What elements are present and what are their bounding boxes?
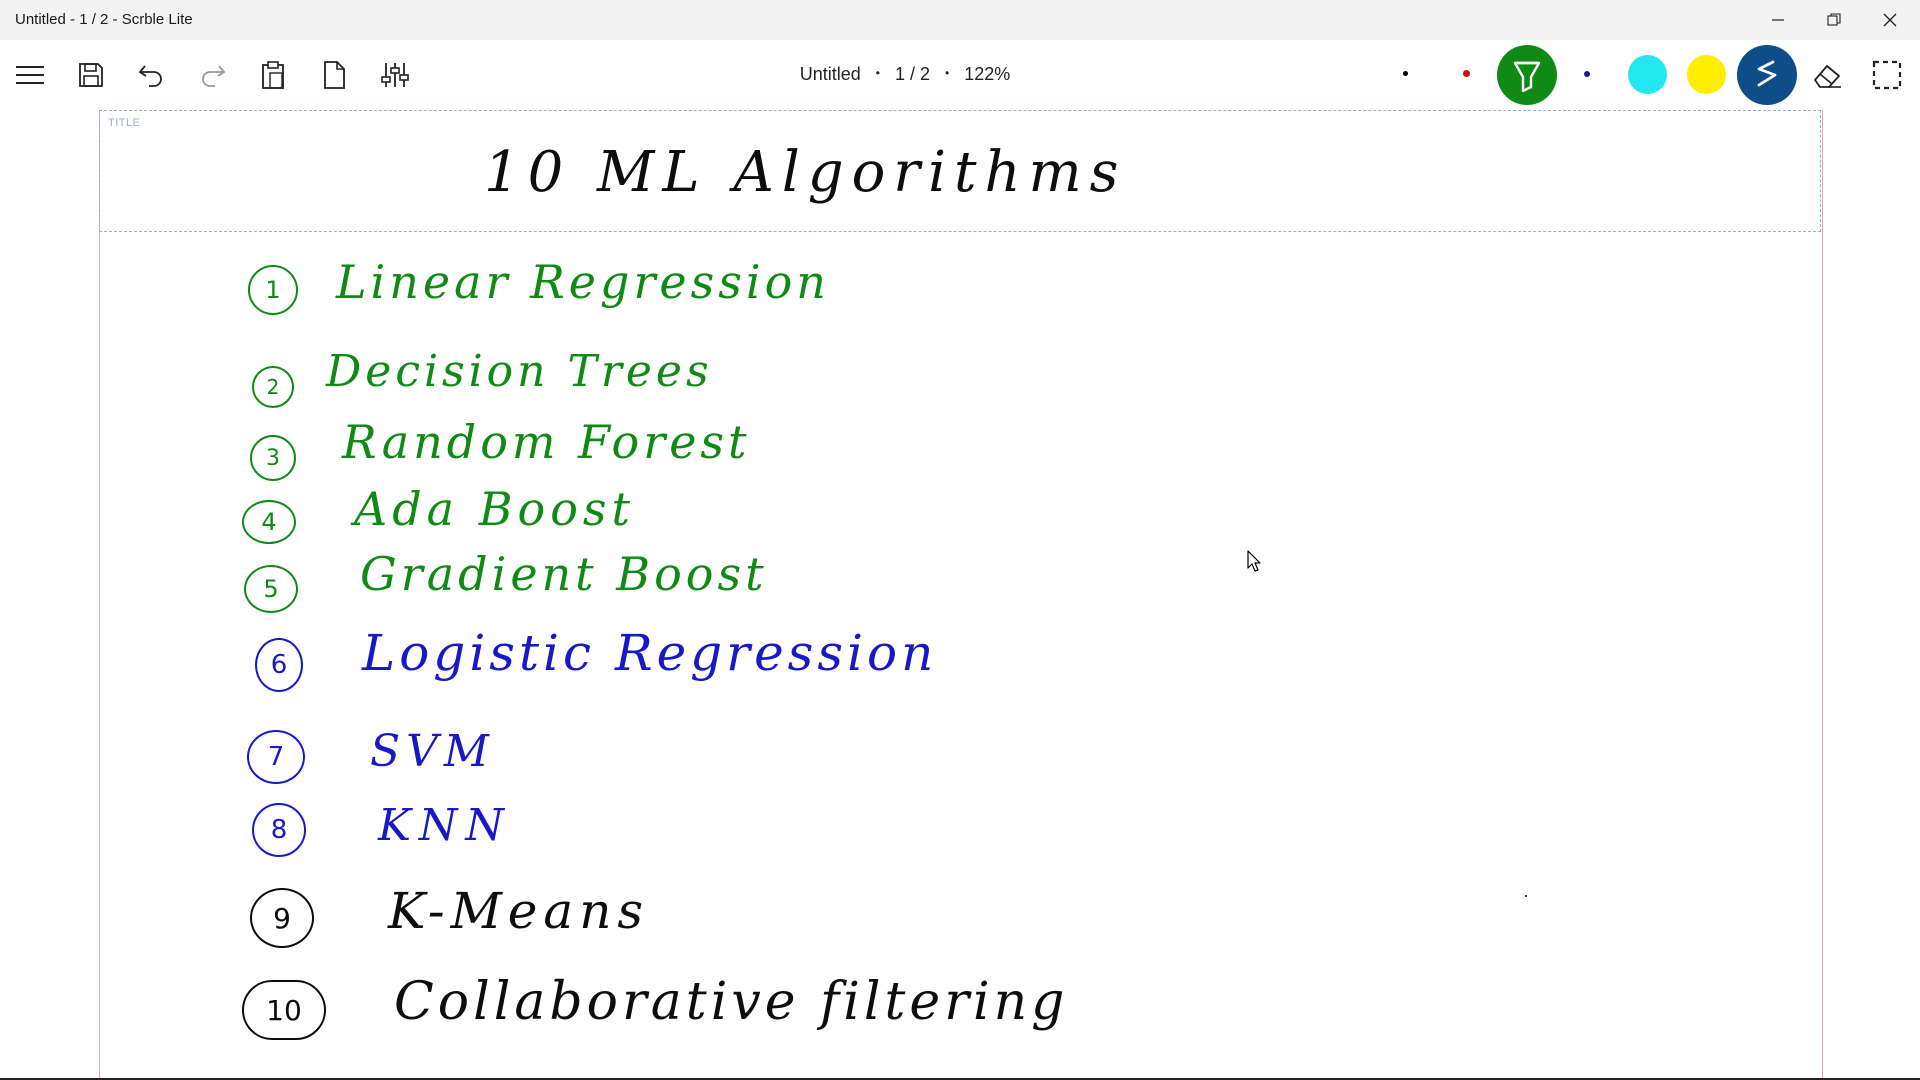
pen-red-small[interactable] [1463,70,1470,77]
menu-button[interactable] [8,50,52,100]
title-zone-label: TITLE [108,117,141,129]
toolbar: Untitled • 1 / 2 • 122% [0,40,1920,110]
item-number-10: 10 [242,980,326,1040]
separator-dot: • [945,66,950,80]
lasso-select-icon [1872,60,1902,90]
minimize-icon [1772,19,1784,21]
close-button[interactable] [1862,0,1918,40]
item-number-3: 3 [250,435,296,481]
highlighter-green[interactable] [1497,45,1557,105]
zoom-level: 122% [964,64,1011,84]
item-label-3: Random Forest [342,415,751,469]
item-label-7: SVM [370,726,495,777]
item-label-6: Logistic Regression [362,624,938,682]
document-info: Untitled • 1 / 2 • 122% [780,64,1030,85]
separator-dot: • [875,66,880,80]
new-page-button[interactable] [312,50,356,100]
item-number-2: 2 [252,366,294,408]
item-label-4: Ada Boost [354,482,635,536]
document-name: Untitled [799,64,861,84]
select-button[interactable] [1865,50,1909,100]
window-titlebar: Untitled - 1 / 2 - Scrble Lite [0,0,1920,40]
redo-icon [202,65,226,87]
pen-cyan[interactable] [1628,55,1667,94]
paste-button[interactable] [251,50,295,100]
item-label-8: KNN [378,800,512,851]
item-number-1: 1 [248,265,298,315]
save-button[interactable] [69,50,113,100]
item-number-5: 5 [244,565,298,613]
ink-dot [1525,895,1527,897]
pen-stroke-icon [1757,60,1777,87]
settings-button[interactable] [373,50,417,100]
pen-black-small[interactable] [1403,71,1408,76]
restore-button[interactable] [1806,0,1862,40]
item-label-2: Decision Trees [326,346,713,397]
eraser-button[interactable] [1805,50,1849,100]
mouse-cursor-icon [1247,550,1261,572]
ink-canvas[interactable]: TITLE 10 ML Algorithms 1 Linear Regressi… [0,110,1920,1080]
item-label-9: K-Means [388,882,650,940]
item-number-4: 4 [242,500,296,544]
minimize-button[interactable] [1750,0,1806,40]
pen-yellow[interactable] [1687,55,1726,94]
item-number-7: 7 [247,730,305,784]
handwritten-title: 10 ML Algorithms [484,140,1127,205]
save-icon [79,63,103,87]
eraser-icon [1814,65,1841,88]
undo-icon [138,65,162,87]
item-number-8: 8 [252,803,306,857]
highlighter-icon [1513,61,1541,93]
item-number-6: 6 [255,638,303,692]
hamburger-icon [16,66,44,84]
redo-button[interactable] [191,50,235,100]
clipboard-icon [262,61,284,89]
page-icon [324,61,345,89]
pen-selected[interactable] [1737,45,1797,105]
sliders-icon [381,63,409,87]
item-label-1: Linear Regression [336,255,830,309]
page-indicator: 1 / 2 [894,64,930,84]
undo-button[interactable] [129,50,173,100]
pen-blue-small[interactable] [1584,71,1590,77]
window-title: Untitled - 1 / 2 - Scrble Lite [15,11,193,28]
item-number-9: 9 [250,888,314,948]
item-label-5: Gradient Boost [360,547,768,601]
close-icon [1883,13,1897,27]
item-label-10: Collaborative filtering [394,972,1069,1032]
restore-icon [1827,13,1841,26]
